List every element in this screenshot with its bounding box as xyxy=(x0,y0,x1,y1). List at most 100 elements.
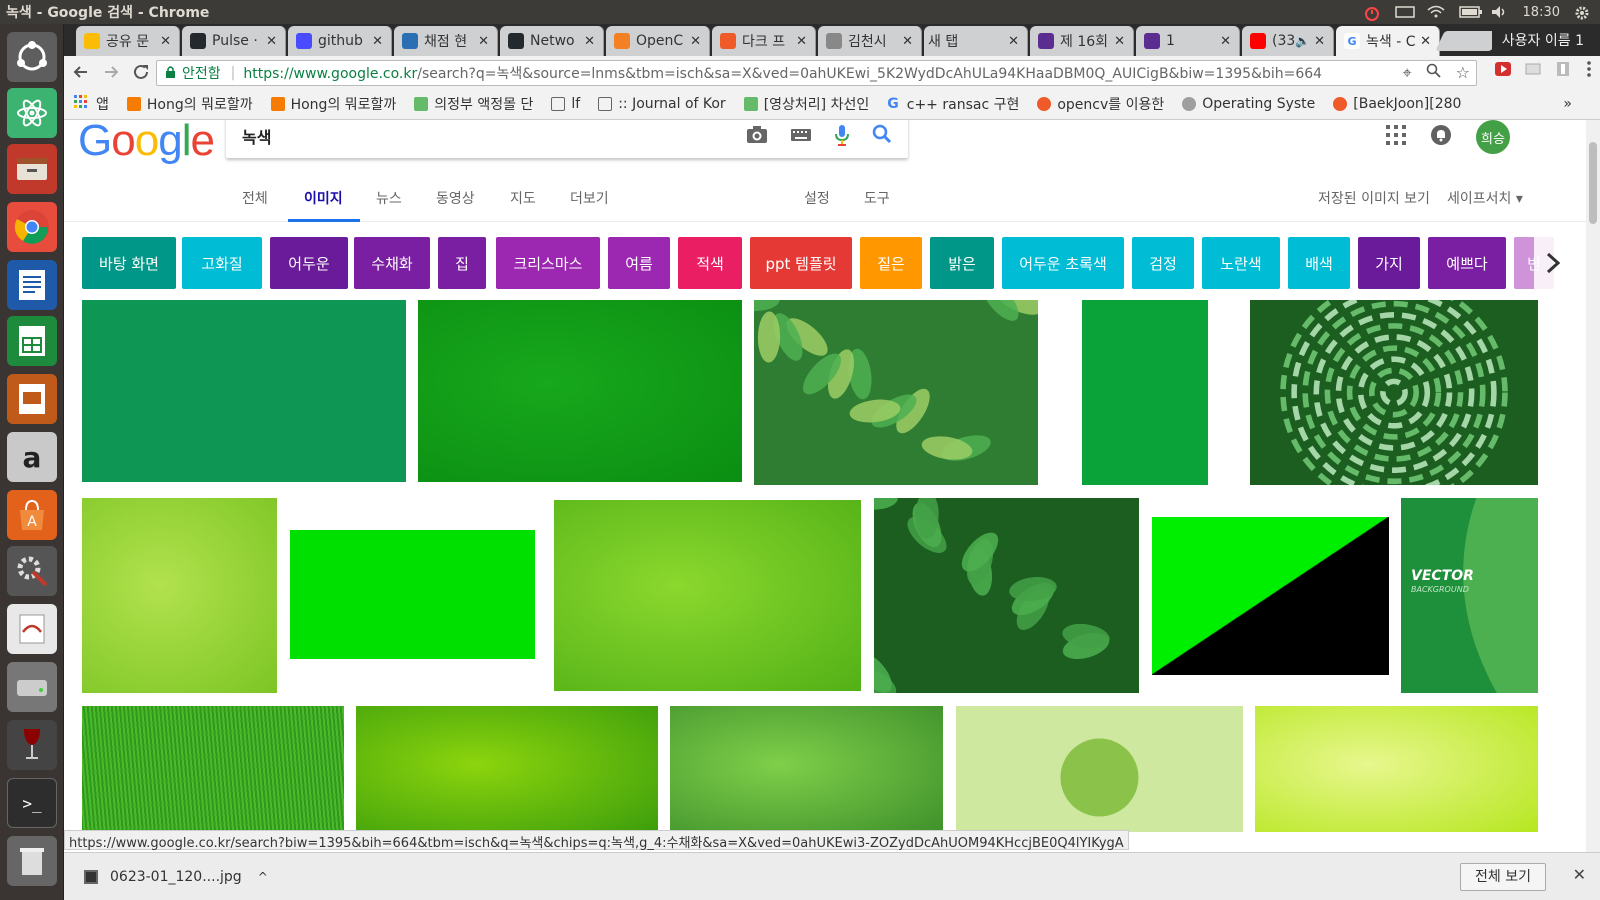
clock[interactable]: 18:30 xyxy=(1523,5,1560,20)
alarm-clock-icon[interactable] xyxy=(1363,5,1381,21)
chip[interactable]: ppt 템플릿 xyxy=(750,237,852,289)
profile-button[interactable]: 사용자 이름 1 xyxy=(1491,29,1594,53)
notifications-bell-icon[interactable] xyxy=(1430,124,1452,150)
image-result[interactable] xyxy=(1152,517,1389,675)
image-result[interactable]: VECTOR BACKGROUND xyxy=(1401,498,1538,693)
tab-close-icon[interactable]: ✕ xyxy=(1420,34,1431,49)
writer-document-icon[interactable] xyxy=(7,260,57,310)
more-bookmarks-button[interactable]: » xyxy=(1563,96,1572,112)
browser-tab-active[interactable]: G 녹색 - C ✕ xyxy=(1336,26,1440,56)
chip[interactable]: 수채화 xyxy=(354,237,430,289)
browser-tab[interactable]: 1 ✕ xyxy=(1136,26,1240,56)
chip[interactable]: 검정 xyxy=(1132,237,1194,289)
chip[interactable]: 짙은 xyxy=(860,237,922,289)
tab-close-icon[interactable]: ✕ xyxy=(690,34,701,49)
settings-gear-icon[interactable] xyxy=(1574,5,1592,20)
browser-tab[interactable]: 제 16회 ✕ xyxy=(1030,26,1134,56)
image-result[interactable] xyxy=(82,300,406,482)
tab-close-icon[interactable]: ✕ xyxy=(1008,34,1019,49)
amazon-icon[interactable]: a xyxy=(7,432,57,482)
microphone-icon[interactable] xyxy=(834,124,850,151)
tab-close-icon[interactable]: ✕ xyxy=(1114,34,1125,49)
address-bar[interactable]: 안전함 | https://www.google.co.kr/search?q=… xyxy=(156,60,1477,86)
tab-maps[interactable]: 지도 xyxy=(510,188,536,208)
chip[interactable]: 배색 xyxy=(1288,237,1350,289)
account-avatar[interactable]: 희승 xyxy=(1476,120,1510,154)
browser-tab[interactable]: 다크 프 ✕ xyxy=(712,26,816,56)
chip[interactable]: 여름 xyxy=(608,237,670,289)
image-result[interactable] xyxy=(1250,300,1538,485)
chip[interactable]: 가지 xyxy=(1358,237,1420,289)
battery-icon[interactable] xyxy=(1458,5,1482,19)
tab-close-icon[interactable]: ✕ xyxy=(796,34,807,49)
tab-close-icon[interactable]: ✕ xyxy=(478,34,489,49)
location-target-icon[interactable]: ⌖ xyxy=(1403,63,1412,83)
chip[interactable]: 바탕 화면 xyxy=(82,237,176,289)
browser-tab[interactable]: 김천시 ✕ xyxy=(818,26,922,56)
chevron-up-icon[interactable]: ^ xyxy=(258,870,268,884)
tab-close-icon[interactable]: ✕ xyxy=(1314,34,1325,49)
back-arrow-icon[interactable] xyxy=(68,59,94,85)
wine-glass-icon[interactable] xyxy=(7,720,57,770)
download-item[interactable]: 0623-01_120....jpg ^ xyxy=(84,869,268,885)
software-center-icon[interactable]: A xyxy=(7,490,57,540)
terminal-icon[interactable]: >_ xyxy=(7,778,57,828)
safesearch-dropdown[interactable]: 세이프서치 ▾ xyxy=(1447,188,1523,208)
tab-settings[interactable]: 설정 xyxy=(804,188,830,208)
chip[interactable]: 크리스마스 xyxy=(496,237,600,289)
lock-icon[interactable] xyxy=(165,65,176,82)
close-icon[interactable]: ✕ xyxy=(1573,865,1586,884)
browser-tab[interactable]: 새 탭 ✕ xyxy=(924,26,1028,56)
chip[interactable]: 어두운 xyxy=(270,237,348,289)
image-result[interactable] xyxy=(418,300,742,482)
chrome-browser-icon[interactable] xyxy=(7,202,57,252)
bookmark-item[interactable]: lf xyxy=(551,96,580,112)
show-all-downloads-button[interactable]: 전체 보기 xyxy=(1460,863,1546,891)
chip[interactable]: 예쁘다 xyxy=(1428,237,1506,289)
chevron-right-icon[interactable] xyxy=(1534,237,1572,289)
image-result[interactable] xyxy=(754,300,1038,485)
bookmark-item[interactable]: [BaekJoon][280 xyxy=(1333,96,1461,112)
mute-icon[interactable]: 🔈 xyxy=(1295,34,1310,48)
bookmark-item[interactable]: 의정부 액정몰 단 xyxy=(414,94,533,114)
image-result[interactable] xyxy=(290,530,535,659)
scrollbar-thumb[interactable] xyxy=(1589,142,1597,224)
page-scrollbar[interactable] xyxy=(1586,120,1600,852)
disk-drive-icon[interactable] xyxy=(7,662,57,712)
image-result[interactable] xyxy=(956,706,1243,832)
bookmark-star-icon[interactable]: ☆ xyxy=(1456,63,1470,83)
tab-tools[interactable]: 도구 xyxy=(864,188,890,208)
tab-close-icon[interactable]: ✕ xyxy=(584,34,595,49)
bookmark-item[interactable]: :: Journal of Kor xyxy=(598,96,726,112)
bookmark-item[interactable]: [영상처리] 차선인 xyxy=(743,94,869,114)
browser-tab[interactable]: Pulse · ✕ xyxy=(182,26,286,56)
google-apps-grid-icon[interactable] xyxy=(1386,125,1406,149)
image-result[interactable] xyxy=(1255,706,1538,832)
search-icon[interactable] xyxy=(872,124,892,151)
chip[interactable]: 어두운 초록색 xyxy=(1002,237,1124,289)
extension-icon[interactable] xyxy=(1524,60,1542,82)
search-input[interactable]: 녹색 xyxy=(226,120,908,158)
chip[interactable]: 노란색 xyxy=(1202,237,1280,289)
file-manager-icon[interactable] xyxy=(7,144,57,194)
image-result[interactable] xyxy=(874,498,1139,693)
chip[interactable]: 집 xyxy=(438,237,486,289)
chip[interactable]: 고화질 xyxy=(182,237,262,289)
browser-tab[interactable]: 공유 문 ✕ xyxy=(76,26,180,56)
browser-tab[interactable]: (33)🔈✕ xyxy=(1242,26,1334,56)
bookmark-item[interactable]: Hong의 뭐로할까 xyxy=(126,94,253,114)
tab-close-icon[interactable]: ✕ xyxy=(160,34,171,49)
image-result[interactable] xyxy=(1082,300,1208,485)
image-result[interactable] xyxy=(356,706,658,832)
bookmark-item[interactable]: Operating Syste xyxy=(1182,96,1315,112)
zoom-icon[interactable] xyxy=(1426,63,1442,83)
bookmark-item[interactable]: Gc++ ransac 구현 xyxy=(887,94,1019,114)
image-result[interactable] xyxy=(82,706,344,832)
document-viewer-icon[interactable] xyxy=(7,604,57,654)
camera-search-icon[interactable] xyxy=(746,124,768,151)
tab-close-icon[interactable]: ✕ xyxy=(1220,34,1231,49)
image-result[interactable] xyxy=(554,500,861,691)
google-logo[interactable]: Google xyxy=(78,120,215,166)
impress-presentation-icon[interactable] xyxy=(7,374,57,424)
browser-tab[interactable]: github ✕ xyxy=(288,26,392,56)
